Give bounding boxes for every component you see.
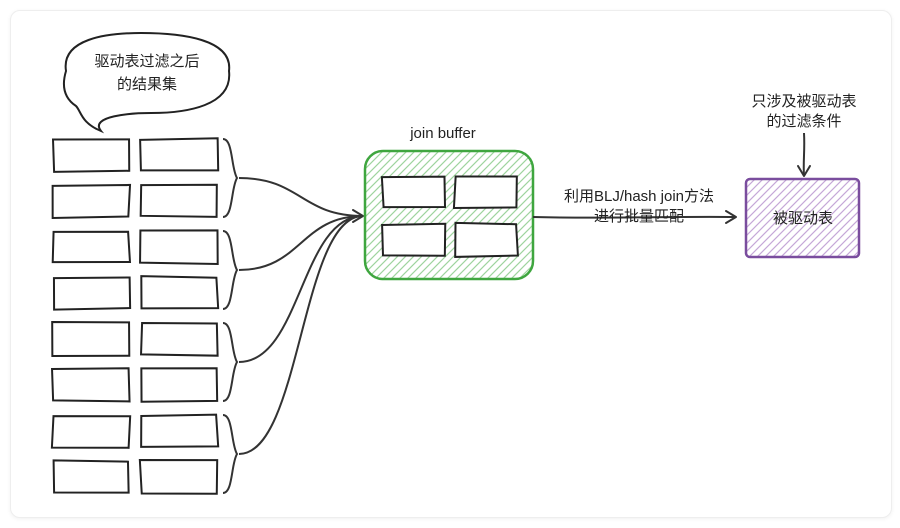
result-cell [141,276,218,308]
bubble-line2: 的结果集 [117,76,177,93]
arrow-to-buffer [239,178,363,216]
result-cell [52,416,130,448]
buffer-cell [455,223,518,257]
brace [223,231,237,309]
result-cell [141,323,218,356]
driven-table-box: 被驱动表 [746,179,859,257]
brace [223,139,237,217]
buffer-cell [382,224,445,256]
filter-line1: 只涉及被驱动表 [751,93,856,110]
arrow1-line2: 进行批量匹配 [594,208,684,225]
brace [223,323,237,401]
result-cell [54,460,129,492]
filter-line2: 的过滤条件 [766,113,841,130]
result-cell [141,185,217,217]
result-set-grid [52,138,218,493]
brace-group [223,139,237,493]
diagram-svg: 驱动表过滤之后 的结果集 join buffer 利用BLJ/hash join… [11,11,891,517]
join-buffer-box [365,151,533,279]
arrows-to-buffer [239,178,363,454]
bubble-line1: 驱动表过滤之后 [94,53,199,70]
result-cell [140,230,218,264]
result-cell [53,185,130,218]
arrow1-line1: 利用BLJ/hash join方法 [564,188,714,205]
driven-table-label: 被驱动表 [773,210,833,227]
buffer-cell [382,177,445,208]
speech-bubble: 驱动表过滤之后 的结果集 [64,33,229,131]
diagram-card: 驱动表过滤之后 的结果集 join buffer 利用BLJ/hash join… [10,10,892,518]
result-cell [140,460,217,494]
result-cell [141,415,218,447]
result-cell [141,368,217,401]
result-cell [140,138,218,170]
arrow-to-buffer [239,216,363,362]
join-buffer-label: join buffer [409,125,476,142]
result-cell [54,277,130,309]
result-cell [53,139,129,172]
buffer-cell [454,176,517,208]
brace [223,415,237,493]
arrow-to-buffer [239,216,363,454]
result-cell [52,322,129,356]
result-cell [53,232,130,262]
arrow-filter-to-table [798,133,810,176]
result-cell [52,368,130,401]
